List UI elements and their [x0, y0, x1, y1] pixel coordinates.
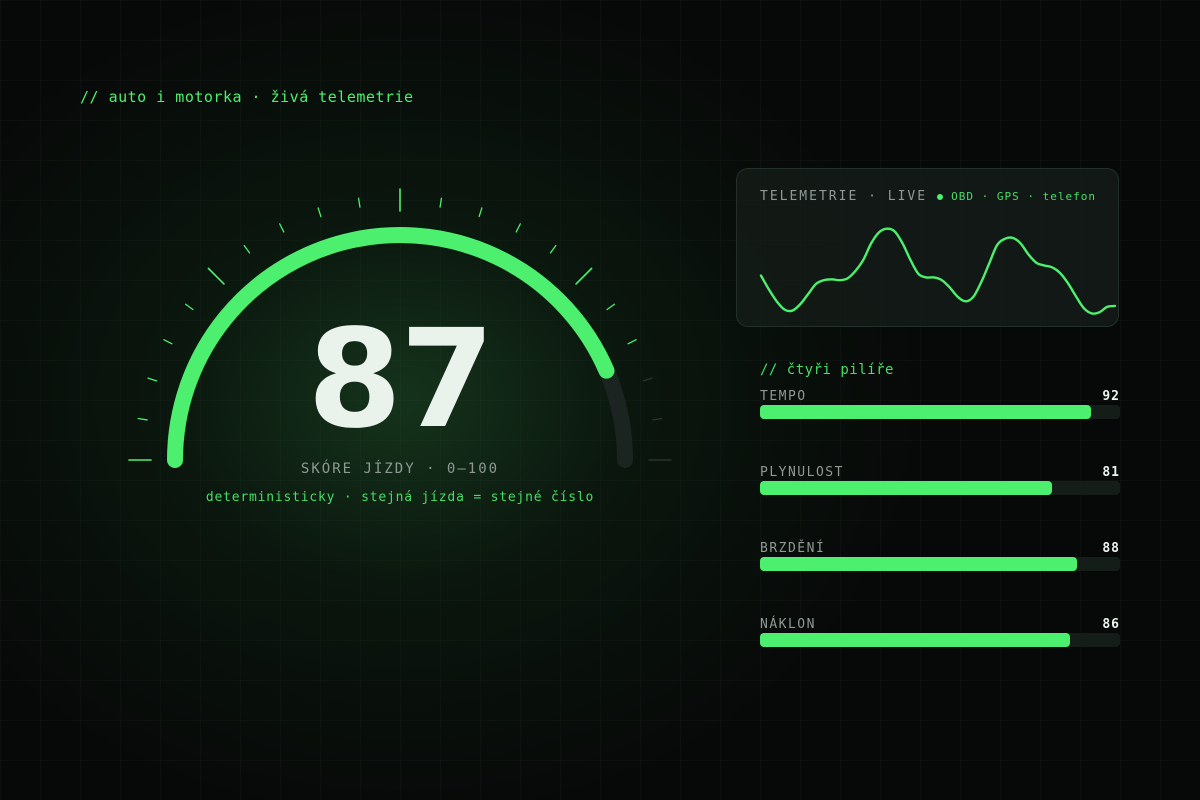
score-note: deterministicky · stejná jízda = stejné …: [205, 490, 595, 505]
gauge-tick: [652, 417, 663, 421]
pillar-tempo: TEMPO 92: [760, 389, 1120, 429]
pillar-plynulost: PLYNULOST 81: [760, 465, 1120, 505]
gauge-tick: [357, 197, 361, 208]
pillar-track: [760, 633, 1120, 647]
gauge-tick: [478, 207, 483, 218]
gauge-tick: [207, 267, 225, 285]
pillar-fill: [760, 633, 1070, 647]
gauge-tick: [549, 244, 557, 254]
pillar-name: BRZDĚNÍ: [760, 541, 826, 556]
pillar-fill: [760, 405, 1092, 419]
pillar-track: [760, 557, 1120, 571]
pillar-value: 86: [1102, 617, 1120, 632]
gauge-tick: [163, 339, 173, 345]
gauge-tick: [147, 377, 158, 382]
pillar-name: NÁKLON: [760, 617, 816, 632]
telemetry-series-line: [759, 227, 1117, 315]
gauge-tick: [137, 417, 148, 421]
pillar-track: [760, 405, 1120, 419]
pillar-name: PLYNULOST: [760, 465, 844, 480]
gauge-tick: [627, 339, 637, 345]
score-label: SKÓRE JÍZDY · 0–100: [300, 461, 500, 477]
pillar-value: 81: [1102, 465, 1120, 480]
pillar-track: [760, 481, 1120, 495]
pillar-naklon: NÁKLON 86: [760, 617, 1120, 657]
pillar-value: 92: [1102, 389, 1120, 404]
gauge-tick: [243, 244, 251, 254]
pillar-value: 88: [1102, 541, 1120, 556]
pillars-heading: // čtyři pilíře: [760, 362, 894, 378]
pillar-brzdeni: BRZDĚNÍ 88: [760, 541, 1120, 581]
telemetry-card: TELEMETRIE · LIVE OBD · GPS · telefon: [736, 168, 1119, 327]
gauge-tick: [439, 197, 443, 208]
pillar-fill: [760, 481, 1052, 495]
gauge-tick: [317, 207, 322, 218]
gauge-tick: [575, 267, 593, 285]
telemetry-line-chart: [759, 227, 1117, 315]
pillar-fill: [760, 557, 1077, 571]
pillar-name: TEMPO: [760, 389, 807, 404]
score-value: 87: [307, 301, 494, 459]
gauge-tick: [515, 223, 521, 233]
gauge-tick: [642, 377, 653, 382]
gauge-tick: [184, 303, 194, 311]
gauge-tick: [606, 303, 616, 311]
gauge-tick: [279, 223, 285, 233]
